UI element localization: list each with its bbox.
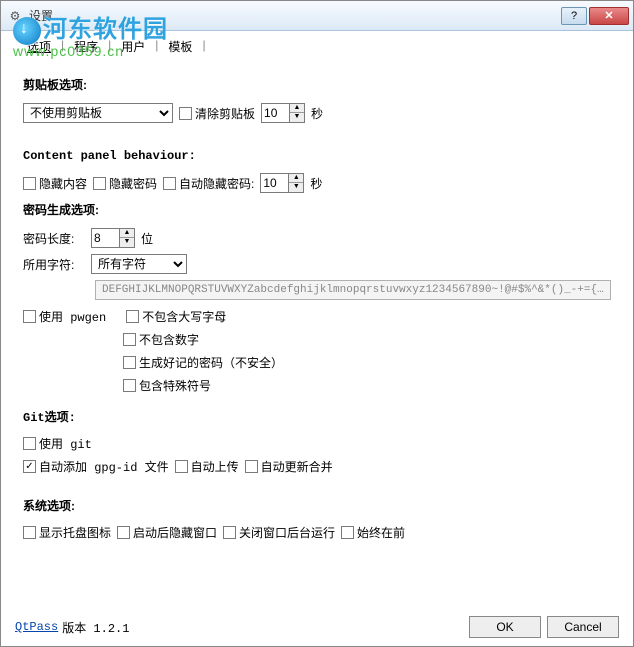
pwlen-label: 密码长度: [23, 230, 85, 247]
start-hidden-checkbox[interactable]: 启动后隐藏窗口 [117, 524, 217, 541]
tab-programs[interactable]: 程序 [66, 35, 106, 58]
auto-push-checkbox[interactable]: 自动上传 [175, 458, 239, 475]
chevron-up-icon: ▲ [290, 104, 304, 113]
close-button[interactable]: ✕ [589, 7, 629, 25]
charset-display: DEFGHIJKLMNOPQRSTUVWXYZabcdefghijklmnopq… [95, 280, 611, 300]
charset-select[interactable]: 所有字符 [91, 254, 187, 274]
close-background-checkbox[interactable]: 关闭窗口后台运行 [223, 524, 335, 541]
chevron-up-icon: ▲ [120, 229, 134, 238]
panel-title: Content panel behaviour: [23, 149, 611, 163]
auto-hide-password-checkbox[interactable]: 自动隐藏密码: [163, 175, 254, 192]
ok-button[interactable]: OK [469, 616, 541, 638]
always-on-top-checkbox[interactable]: 始终在前 [341, 524, 405, 541]
chevron-up-icon: ▲ [289, 174, 303, 183]
autohide-timeout-stepper[interactable]: ▲▼ [260, 173, 304, 193]
cancel-button[interactable]: Cancel [547, 616, 619, 638]
sys-title: 系统选项: [23, 497, 611, 514]
chevron-down-icon: ▼ [289, 183, 303, 192]
window-title: 设置 [29, 7, 561, 24]
footer: QtPass 版本 1.2.1 OK Cancel [1, 616, 633, 638]
tabs: 选项 | 程序 | 用户 | 模板 | [1, 31, 633, 58]
tray-icon-checkbox[interactable]: 显示托盘图标 [23, 524, 111, 541]
no-uppercase-checkbox[interactable]: 不包含大写字母 [126, 308, 226, 325]
tab-users[interactable]: 用户 [113, 35, 153, 58]
titlebar: ⚙ 设置 ? ✕ [1, 1, 633, 31]
use-git-checkbox[interactable]: 使用 git [23, 435, 92, 452]
no-digits-checkbox[interactable]: 不包含数字 [123, 331, 199, 348]
hide-content-checkbox[interactable]: 隐藏内容 [23, 175, 87, 192]
charset-label: 所用字符: [23, 256, 85, 273]
auto-pull-checkbox[interactable]: 自动更新合并 [245, 458, 333, 475]
chevron-down-icon: ▼ [120, 238, 134, 247]
qtpass-link[interactable]: QtPass [15, 620, 58, 634]
app-icon: ⚙ [7, 8, 23, 24]
clear-clipboard-checkbox[interactable]: 清除剪贴板 [179, 105, 255, 122]
tab-options[interactable]: 选项 [19, 35, 59, 58]
help-button[interactable]: ? [561, 7, 587, 25]
use-pwgen-checkbox[interactable]: 使用 pwgen [23, 308, 106, 325]
special-chars-checkbox[interactable]: 包含特殊符号 [123, 377, 211, 394]
clipboard-mode-select[interactable]: 不使用剪贴板 [23, 103, 173, 123]
git-title: Git选项: [23, 408, 611, 425]
clipboard-title: 剪贴板选项: [23, 76, 611, 93]
hide-password-checkbox[interactable]: 隐藏密码 [93, 175, 157, 192]
tab-templates[interactable]: 模板 [160, 35, 200, 58]
memorable-checkbox[interactable]: 生成好记的密码（不安全） [123, 354, 283, 371]
pwlen-stepper[interactable]: ▲▼ [91, 228, 135, 248]
pwgen-title: 密码生成选项: [23, 201, 611, 218]
chevron-down-icon: ▼ [290, 113, 304, 122]
version-text: 版本 1.2.1 [62, 619, 129, 636]
clipboard-timeout-stepper[interactable]: ▲▼ [261, 103, 305, 123]
auto-add-gpgid-checkbox[interactable]: 自动添加 gpg-id 文件 [23, 458, 169, 475]
